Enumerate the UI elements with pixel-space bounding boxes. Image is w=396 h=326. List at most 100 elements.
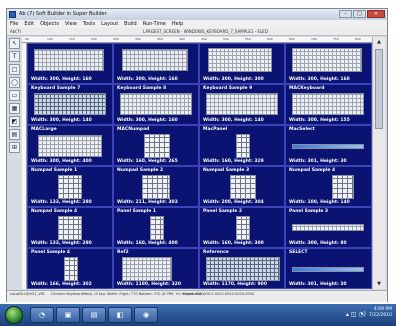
keyboard-preview (34, 93, 106, 115)
scroll-up-icon[interactable]: ▲ (375, 38, 383, 46)
layout-cell[interactable]: MacSelect Width: 301, Height: 30 (285, 125, 372, 166)
ruler-tick: 700 (311, 37, 317, 41)
layout-cell[interactable]: Width: 300, Height: 300 (199, 43, 285, 84)
layout-cell[interactable]: MacPanel Width: 160, Height: 329 (199, 125, 285, 166)
cell-name-label: Ref2 (117, 250, 129, 255)
window-controls: – □ ✕ (339, 10, 385, 19)
ruler-tick: 150 (69, 37, 75, 41)
numpad-preview (58, 216, 82, 240)
ellipse-tool-icon[interactable]: ◯ (9, 77, 20, 88)
maximize-button[interactable]: □ (353, 10, 366, 18)
layout-cell[interactable]: Ref2 Width: 1180, Height: 320 (113, 248, 199, 289)
panel-preview (150, 216, 164, 240)
numpad-preview (230, 175, 256, 199)
close-button[interactable]: ✕ (367, 10, 385, 18)
keyboard-preview (122, 49, 188, 71)
scroll-thumb[interactable] (375, 49, 383, 129)
cell-name-label: Keyboard Sample 8 (117, 86, 167, 91)
menu-run-time[interactable]: Run-Time (143, 20, 166, 28)
cell-size-label: Width: 133, Height: 280 (31, 241, 92, 246)
ruler-tick: 200 (91, 37, 97, 41)
status-middle: Clicked=KeyboardMask, UI tag: Width: Rig… (51, 292, 204, 296)
menu-layout[interactable]: Layout (101, 20, 118, 28)
taskbar-explorer-icon[interactable]: ▣ (56, 307, 80, 323)
layout-cell[interactable]: Panel Sample 4 Width: 166, Height: 302 (27, 248, 113, 289)
keyboard-preview (120, 93, 192, 115)
taskbar-app-icon[interactable]: ◧ (108, 307, 132, 323)
layout-cell[interactable]: Numpad Sample 4 Width: 133, Height: 280 (27, 207, 113, 248)
ruler-tick: 250 (113, 37, 119, 41)
layout-cell[interactable]: MACLarge Width: 300, Height: 400 (27, 125, 113, 166)
cell-size-label: Width: 1170, Height: 900 (203, 282, 267, 287)
button-tool-icon[interactable]: ▭ (9, 90, 20, 101)
menu-view[interactable]: View (65, 20, 77, 28)
ruler-tick: 350 (157, 37, 163, 41)
menu-bar: File Edit Objects View Tools Layout Buil… (7, 20, 387, 28)
menu-file[interactable]: File (10, 20, 18, 28)
layout-cell[interactable]: Width: 300, Height: 160 (285, 43, 372, 84)
minimize-button[interactable]: – (339, 10, 352, 18)
layout-cell[interactable]: Panel Sample 3 Width: 300, Height: 80 (285, 207, 372, 248)
cell-size-label: Width: 200, Height: 304 (203, 200, 264, 205)
cell-name-label: Numpad Sample 2 (117, 168, 164, 173)
layout-cell[interactable]: Numpad Sample 1 Width: 133, Height: 280 (27, 166, 113, 207)
layout-cell[interactable]: Numpad Sample 4 Width: 100, Height: 140 (285, 166, 372, 207)
keyboard-preview (34, 49, 104, 71)
layout-name-field[interactable]: LARGEST_SCREEN - WINDOWS_KEYBOARD_7_SAMP… (143, 28, 268, 36)
reference-preview (122, 257, 172, 281)
rectangle-tool-icon[interactable]: □ (9, 64, 20, 75)
menu-objects[interactable]: Objects (40, 20, 59, 28)
cell-name-label: Numpad Sample 3 (203, 168, 250, 173)
tray-icons[interactable]: ▴ ◫ ◔) (346, 311, 366, 318)
design-canvas[interactable]: Width: 300, Height: 160 Width: 300, Heig… (27, 43, 372, 289)
layout-cell[interactable]: Numpad Sample 2 Width: 211, Height: 303 (113, 166, 199, 207)
cell-size-label: Width: 300, Height: 160 (117, 77, 178, 82)
numpad-preview (332, 175, 354, 199)
cell-name-label: Panel Sample 4 (31, 250, 71, 255)
menu-tools[interactable]: Tools (83, 20, 95, 28)
keypad-tool-icon[interactable]: ⊞ (9, 142, 20, 153)
numpad-preview (58, 175, 82, 199)
taskbar-media-icon[interactable]: ▤ (82, 307, 106, 323)
cell-name-label: Numpad Sample 4 (289, 168, 336, 173)
layout-cell[interactable]: Reference Width: 1170, Height: 900 (199, 248, 285, 289)
taskbar-builder-icon[interactable]: ◉ (134, 307, 158, 323)
cell-size-label: Width: 300, Height: 160 (31, 77, 92, 82)
cell-size-label: Width: 300, Height: 400 (31, 159, 92, 164)
text-tool-icon[interactable]: T (9, 51, 20, 62)
layout-cell[interactable]: Keyboard Sample 7 Width: 300, Height: 14… (27, 84, 113, 125)
layout-cell[interactable]: Numpad Sample 3 Width: 200, Height: 304 (199, 166, 285, 207)
start-button[interactable] (5, 306, 23, 324)
panel-tool-icon[interactable]: ◩ (9, 116, 20, 127)
app-icon (9, 11, 16, 18)
layout-cell[interactable]: MACNumpad Width: 160, Height: 265 (113, 125, 199, 166)
ruler-tick: 60 (25, 37, 29, 41)
cell-size-label: Width: 300, Height: 300 (203, 77, 264, 82)
menu-build[interactable]: Build (124, 20, 137, 28)
menu-help[interactable]: Help (172, 20, 183, 28)
layout-cell[interactable]: Width: 300, Height: 160 (27, 43, 113, 84)
clock[interactable]: 4:09 PM 7/22/2010 (369, 307, 392, 319)
layout-cell[interactable]: Width: 300, Height: 160 (113, 43, 199, 84)
scroll-down-icon[interactable]: ▼ (375, 280, 383, 288)
menu-edit[interactable]: Edit (24, 20, 34, 28)
list-tool-icon[interactable]: ▤ (9, 129, 20, 140)
grid-tool-icon[interactable]: ▦ (9, 103, 20, 114)
layout-cell[interactable]: SELECT Width: 301, Height: 30 (285, 248, 372, 289)
vertical-scrollbar[interactable]: ▲ ▼ (372, 37, 385, 289)
layout-cell[interactable]: MACKeyboard Width: 300, Height: 155 (285, 84, 372, 125)
taskbar-ie-icon[interactable]: ◔ (30, 307, 54, 323)
cell-size-label: Width: 300, Height: 160 (289, 77, 350, 82)
title-bar: Ab (7) Soft Builder in Super Builder – □… (7, 9, 387, 20)
layout-cell[interactable]: Keyboard Sample 9 Width: 300, Height: 14… (199, 84, 285, 125)
pointer-tool-icon[interactable]: ↖ (9, 38, 20, 49)
cell-size-label: Width: 160, Height: 300 (203, 241, 264, 246)
layout-cell[interactable]: Panel Sample 1 Width: 160, Height: 400 (113, 207, 199, 248)
layout-cell[interactable]: Panel Sample 2 Width: 160, Height: 300 (199, 207, 285, 248)
panel-preview (236, 216, 250, 240)
keyboard-preview (38, 135, 102, 157)
panel-preview (292, 224, 364, 231)
layout-cell[interactable]: Keyboard Sample 8 Width: 300, Height: 16… (113, 84, 199, 125)
status-bar: LocalDLL@#S1_VKC Clicked=KeyboardMask, U… (7, 290, 387, 302)
cell-name-label: Numpad Sample 1 (31, 168, 78, 173)
